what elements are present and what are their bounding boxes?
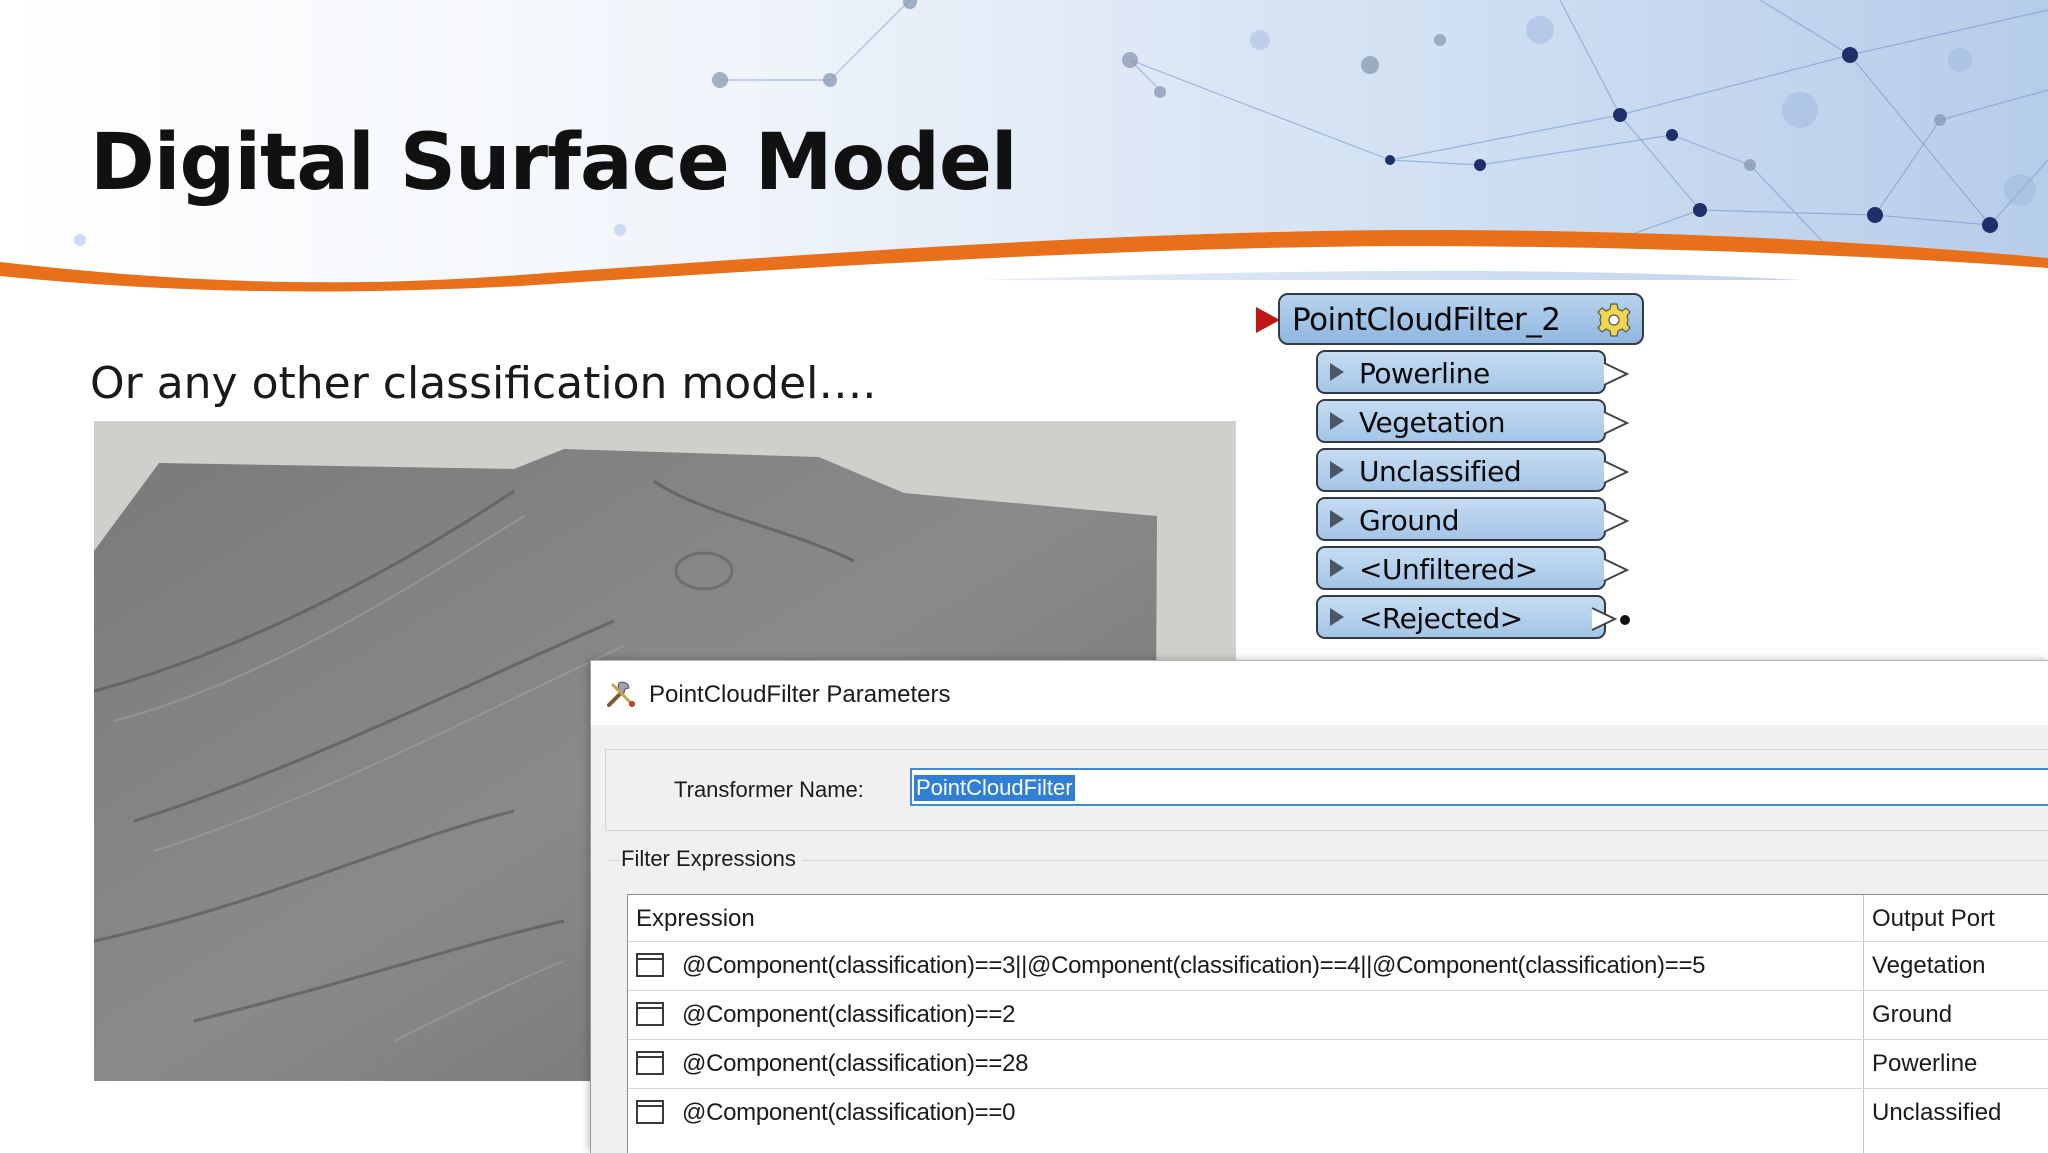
transformer-name-label: Transformer Name: bbox=[674, 777, 864, 802]
slide-subtitle: Or any other classification model…. bbox=[90, 358, 877, 409]
slide-title: Digital Surface Model bbox=[90, 118, 1018, 208]
output-port-powerline[interactable]: Powerline bbox=[1316, 350, 1630, 394]
output-port-unfiltered[interactable]: <Unfiltered> bbox=[1316, 546, 1630, 590]
expand-triangle-icon[interactable] bbox=[1330, 559, 1344, 577]
transformer-name: PointCloudFilter_2 bbox=[1292, 302, 1561, 338]
output-port-label: Vegetation bbox=[1359, 406, 1505, 439]
transformer-header[interactable]: PointCloudFilter_2 bbox=[1278, 293, 1644, 345]
output-connector-icon[interactable] bbox=[1603, 557, 1631, 583]
row-checkbox[interactable] bbox=[636, 1051, 664, 1075]
table-row[interactable]: @Component(classification)==0 Unclassifi… bbox=[628, 1088, 2048, 1137]
table-row[interactable]: @Component(classification)==28 Powerline bbox=[628, 1039, 2048, 1088]
tools-icon bbox=[607, 681, 635, 707]
transformer-node[interactable]: PointCloudFilter_2 Powerline Vegetation … bbox=[1252, 290, 1662, 650]
row-checkbox[interactable] bbox=[636, 1100, 664, 1124]
dialog-title: PointCloudFilter Parameters bbox=[649, 681, 951, 708]
dialog-titlebar[interactable]: PointCloudFilter Parameters bbox=[591, 661, 2048, 725]
expand-triangle-icon[interactable] bbox=[1330, 363, 1344, 381]
filter-expressions-table[interactable]: Expression Output Port @Component(classi… bbox=[627, 894, 2048, 1153]
column-header-expression[interactable]: Expression bbox=[628, 895, 1863, 941]
output-connector-icon[interactable] bbox=[1603, 459, 1631, 485]
transformer-name-input[interactable]: PointCloudFilter bbox=[910, 768, 2048, 806]
output-connector-icon[interactable] bbox=[1591, 606, 1631, 632]
transformer-name-value: PointCloudFilter bbox=[914, 775, 1075, 801]
output-connector-icon[interactable] bbox=[1603, 508, 1631, 534]
output-port-label: <Unfiltered> bbox=[1359, 553, 1538, 586]
output-connector-icon[interactable] bbox=[1603, 361, 1631, 387]
output-port-label: <Rejected> bbox=[1359, 602, 1523, 635]
output-port-label: Powerline bbox=[1359, 357, 1490, 390]
expression-cell[interactable]: @Component(classification)==2 bbox=[682, 1001, 1015, 1029]
expression-cell[interactable]: @Component(classification)==3||@Componen… bbox=[682, 952, 1706, 980]
table-row[interactable]: @Component(classification)==3||@Componen… bbox=[628, 941, 2048, 990]
expand-triangle-icon[interactable] bbox=[1330, 608, 1344, 626]
output-port-label: Unclassified bbox=[1359, 455, 1522, 488]
output-port-cell[interactable]: Powerline bbox=[1872, 1050, 1977, 1078]
output-port-cell[interactable]: Ground bbox=[1872, 1001, 1952, 1029]
input-port-arrow-icon[interactable] bbox=[1256, 307, 1280, 333]
expression-cell[interactable]: @Component(classification)==28 bbox=[682, 1050, 1029, 1078]
output-connector-icon[interactable] bbox=[1603, 410, 1631, 436]
column-header-output-port[interactable]: Output Port bbox=[1864, 895, 2048, 941]
output-port-vegetation[interactable]: Vegetation bbox=[1316, 399, 1630, 443]
row-checkbox[interactable] bbox=[636, 1002, 664, 1026]
expand-triangle-icon[interactable] bbox=[1330, 510, 1344, 528]
output-port-label: Ground bbox=[1359, 504, 1460, 537]
table-row[interactable]: @Component(classification)==2 Ground bbox=[628, 990, 2048, 1039]
output-port-ground[interactable]: Ground bbox=[1316, 497, 1630, 541]
filter-expressions-label: Filter Expressions bbox=[621, 846, 802, 872]
expand-triangle-icon[interactable] bbox=[1330, 461, 1344, 479]
row-checkbox[interactable] bbox=[636, 953, 664, 977]
expand-triangle-icon[interactable] bbox=[1330, 412, 1344, 430]
expression-cell[interactable]: @Component(classification)==0 bbox=[682, 1099, 1015, 1127]
gear-icon[interactable] bbox=[1596, 302, 1632, 338]
output-port-unclassified[interactable]: Unclassified bbox=[1316, 448, 1630, 492]
transformer-name-group: Transformer Name: PointCloudFilter bbox=[605, 749, 2048, 831]
output-port-cell[interactable]: Unclassified bbox=[1872, 1099, 2001, 1127]
output-port-cell[interactable]: Vegetation bbox=[1872, 952, 1985, 980]
filter-group-divider bbox=[609, 860, 2048, 861]
output-port-rejected[interactable]: <Rejected> bbox=[1316, 595, 1630, 639]
parameters-dialog[interactable]: PointCloudFilter Parameters Transformer … bbox=[590, 660, 2048, 1153]
